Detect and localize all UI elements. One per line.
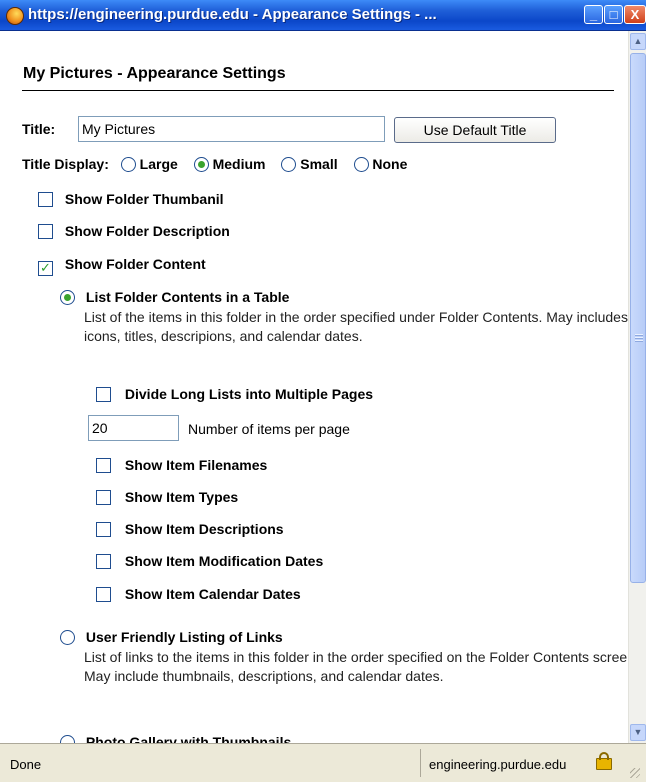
page-title: My Pictures - Appearance Settings bbox=[23, 65, 286, 82]
scrollbar-thumb[interactable] bbox=[630, 53, 646, 583]
scroll-down-arrow-icon[interactable]: ▼ bbox=[630, 724, 646, 741]
show-item-filenames-label: Show Item Filenames bbox=[124, 457, 268, 473]
show-item-descriptions-label: Show Item Descriptions bbox=[124, 521, 284, 537]
radio-none[interactable]: None bbox=[353, 156, 408, 172]
list-in-table-label: List Folder Contents in a Table bbox=[85, 289, 290, 305]
heading-divider bbox=[22, 90, 614, 91]
photo-gallery-radio[interactable] bbox=[60, 735, 75, 743]
show-item-filenames-option[interactable]: Show Item Filenames bbox=[96, 457, 267, 473]
divide-pages-option[interactable]: Divide Long Lists into Multiple Pages bbox=[96, 386, 373, 402]
show-folder-description-option[interactable]: Show Folder Description bbox=[38, 223, 230, 239]
status-divider bbox=[420, 749, 421, 777]
lock-icon[interactable] bbox=[596, 752, 612, 770]
show-folder-description-label: Show Folder Description bbox=[64, 223, 230, 239]
show-item-descriptions-checkbox[interactable] bbox=[96, 522, 111, 537]
show-item-modification-dates-checkbox[interactable] bbox=[96, 554, 111, 569]
divide-pages-label: Divide Long Lists into Multiple Pages bbox=[124, 386, 374, 402]
show-item-calendar-dates-label: Show Item Calendar Dates bbox=[124, 586, 301, 602]
radio-small-button[interactable] bbox=[281, 157, 297, 172]
radio-small-label: Small bbox=[300, 156, 338, 172]
list-in-table-radio[interactable] bbox=[60, 290, 75, 305]
radio-large[interactable]: Large bbox=[120, 156, 182, 172]
show-item-types-label: Show Item Types bbox=[124, 489, 239, 505]
show-item-descriptions-option[interactable]: Show Item Descriptions bbox=[96, 521, 284, 537]
firefox-icon bbox=[6, 7, 24, 25]
user-friendly-listing-option[interactable]: User Friendly Listing of Links bbox=[60, 629, 283, 645]
title-input[interactable] bbox=[78, 116, 385, 142]
radio-medium-button[interactable] bbox=[193, 157, 209, 172]
list-in-table-option[interactable]: List Folder Contents in a Table bbox=[60, 289, 289, 305]
show-item-modification-dates-label: Show Item Modification Dates bbox=[124, 553, 324, 569]
radio-small[interactable]: Small bbox=[281, 156, 341, 172]
title-display-label: Title Display: bbox=[22, 156, 109, 172]
items-per-page-label: Number of items per page bbox=[188, 421, 350, 437]
minimize-button[interactable]: _ bbox=[584, 5, 603, 24]
divide-pages-checkbox[interactable] bbox=[96, 387, 111, 402]
scrollbar-grip-icon bbox=[635, 334, 643, 343]
user-friendly-listing-radio[interactable] bbox=[60, 630, 75, 645]
show-folder-thumbnail-option[interactable]: Show Folder Thumbanil bbox=[38, 191, 224, 207]
show-item-modification-dates-option[interactable]: Show Item Modification Dates bbox=[96, 553, 323, 569]
photo-gallery-label: Photo Gallery with Thumbnails bbox=[85, 734, 292, 743]
show-folder-content-label: Show Folder Content bbox=[64, 256, 206, 272]
list-in-table-description: List of the items in this folder in the … bbox=[84, 309, 628, 344]
radio-medium-label: Medium bbox=[212, 156, 266, 172]
resize-grip-icon[interactable] bbox=[630, 768, 640, 778]
user-friendly-listing-description: List of links to the items in this folde… bbox=[84, 649, 628, 684]
window-titlebar[interactable]: https://engineering.purdue.edu - Appeara… bbox=[0, 0, 646, 31]
items-per-page-input[interactable] bbox=[88, 415, 179, 441]
status-text: Done bbox=[10, 757, 42, 772]
use-default-title-button[interactable]: Use Default Title bbox=[394, 117, 556, 143]
status-bar: Done engineering.purdue.edu bbox=[0, 743, 646, 782]
title-label: Title: bbox=[22, 121, 56, 137]
page-content: My Pictures - Appearance Settings Title:… bbox=[0, 31, 628, 743]
show-item-filenames-checkbox[interactable] bbox=[96, 458, 111, 473]
radio-medium[interactable]: Medium bbox=[193, 156, 270, 172]
radio-none-button[interactable] bbox=[353, 157, 369, 172]
radio-large-button[interactable] bbox=[120, 157, 136, 172]
vertical-scrollbar[interactable]: ▲ ▼ bbox=[628, 31, 646, 743]
maximize-button[interactable]: □ bbox=[604, 5, 623, 24]
show-folder-thumbnail-label: Show Folder Thumbanil bbox=[64, 191, 224, 207]
show-folder-description-checkbox[interactable] bbox=[38, 224, 53, 239]
user-friendly-listing-label: User Friendly Listing of Links bbox=[85, 629, 283, 645]
show-item-calendar-dates-checkbox[interactable] bbox=[96, 587, 111, 602]
show-item-calendar-dates-option[interactable]: Show Item Calendar Dates bbox=[96, 586, 301, 602]
show-item-types-option[interactable]: Show Item Types bbox=[96, 489, 238, 505]
show-folder-content-option[interactable]: ✓ Show Folder Content bbox=[38, 256, 206, 276]
show-folder-content-checkbox[interactable]: ✓ bbox=[38, 261, 53, 276]
show-folder-thumbnail-checkbox[interactable] bbox=[38, 192, 53, 207]
window-title: https://engineering.purdue.edu - Appeara… bbox=[28, 6, 437, 23]
title-display-row: Title Display: Large Medium Small None bbox=[22, 156, 407, 172]
status-domain: engineering.purdue.edu bbox=[429, 757, 567, 772]
close-button[interactable]: X bbox=[624, 5, 646, 24]
scroll-up-arrow-icon[interactable]: ▲ bbox=[630, 33, 646, 50]
radio-none-label: None bbox=[372, 156, 408, 172]
radio-large-label: Large bbox=[139, 156, 178, 172]
photo-gallery-option[interactable]: Photo Gallery with Thumbnails bbox=[60, 734, 291, 743]
show-item-types-checkbox[interactable] bbox=[96, 490, 111, 505]
